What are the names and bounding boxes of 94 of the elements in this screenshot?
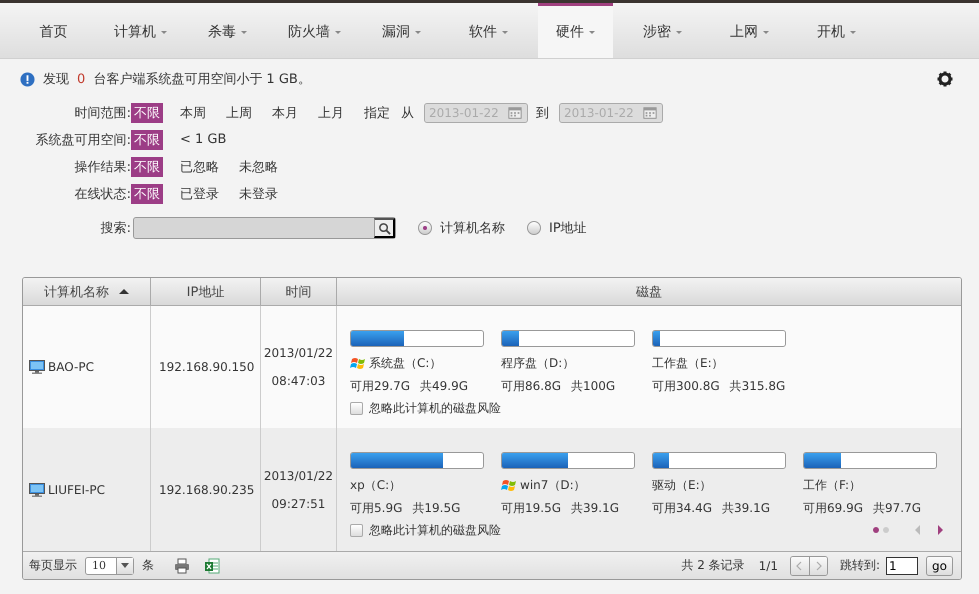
filter-label: 操作结果: xyxy=(74,158,131,176)
total-space: 共39.1G xyxy=(571,500,620,517)
disk-label: 系统盘（C:） xyxy=(369,354,442,372)
dropdown-arrow-icon xyxy=(121,563,129,568)
disk-label: 驱动（E:） xyxy=(652,476,712,494)
nav-tab[interactable]: 上网 xyxy=(706,3,793,58)
search-button[interactable] xyxy=(374,218,395,238)
computer-name: LIUFEI-PC xyxy=(48,482,105,496)
total-space: 共315.8G xyxy=(730,378,786,395)
column-header[interactable]: 计算机名称 xyxy=(23,278,151,306)
nav-tab[interactable]: 硬件 xyxy=(538,3,613,58)
filter-option[interactable]: 不限 xyxy=(131,156,163,176)
filter-option[interactable]: 上月 xyxy=(315,102,347,122)
per-page-select[interactable]: 10 xyxy=(85,556,134,574)
page-dot[interactable] xyxy=(883,527,889,533)
filter-label: 时间范围: xyxy=(74,104,131,122)
range-label: 从 xyxy=(401,104,414,122)
radio-option[interactable]: IP地址 xyxy=(527,219,587,237)
ip-address: 192.168.90.150 xyxy=(159,360,254,374)
computer-name: BAO-PC xyxy=(48,360,94,374)
nav-tab[interactable]: 首页 xyxy=(10,3,97,58)
disk-label: 工作（F:） xyxy=(803,476,862,494)
filter-option[interactable]: 上周 xyxy=(223,102,255,122)
free-space: 可用29.7G xyxy=(350,378,410,395)
jump-label: 跳转到: xyxy=(840,557,880,574)
filter-option[interactable]: 本月 xyxy=(269,102,301,122)
calendar-icon xyxy=(507,106,523,120)
page-input[interactable]: 1 xyxy=(886,556,918,574)
column-header[interactable]: 磁盘 xyxy=(337,278,961,306)
nav-tab[interactable]: 计算机 xyxy=(97,3,184,58)
nav-tab[interactable]: 软件 xyxy=(445,3,532,58)
range-label: 到 xyxy=(536,104,549,122)
filter-option[interactable]: 指定 xyxy=(361,102,393,122)
filter-option[interactable]: < 1 GB xyxy=(177,131,230,148)
calendar-icon xyxy=(642,106,658,120)
column-header[interactable]: 时间 xyxy=(261,278,337,306)
nav-tab[interactable]: 涉密 xyxy=(619,3,706,58)
free-space: 可用5.9G xyxy=(350,500,402,517)
filter-option[interactable]: 未忽略 xyxy=(236,156,281,176)
nav-tab[interactable]: 防火墙 xyxy=(271,3,358,58)
free-space: 可用69.9G xyxy=(803,500,864,517)
date-text: 2013/01/22 xyxy=(264,346,334,360)
filter-option[interactable]: 本周 xyxy=(177,102,209,122)
filter-option[interactable]: 不限 xyxy=(131,130,163,150)
checkbox[interactable] xyxy=(350,402,363,415)
record-count: 共 2 条记录 xyxy=(681,557,745,574)
disk-label: 程序盘（D:） xyxy=(501,354,574,372)
printer-icon xyxy=(174,558,190,574)
disk-label: xp（C:） xyxy=(350,476,402,494)
checkbox-label: 忽略此计算机的磁盘风险 xyxy=(369,522,501,539)
notice-message: 发现 0 台客户端系统盘可用空间小于 1 GB。 xyxy=(43,71,312,88)
total-space: 共97.7G xyxy=(873,500,922,517)
disk-label: 工作盘（E:） xyxy=(652,354,724,372)
page-indicator: 1/1 xyxy=(758,558,778,572)
nav-tab[interactable]: 漏洞 xyxy=(358,3,445,58)
time-text: 09:27:51 xyxy=(272,496,326,510)
filter-label: 在线状态: xyxy=(74,186,131,202)
radio-option[interactable]: 计算机名称 xyxy=(418,219,505,237)
settings-icon xyxy=(937,71,953,87)
nav-tab[interactable]: 杀毒 xyxy=(184,3,271,58)
filter-option[interactable]: 已登录 xyxy=(177,184,222,204)
checkbox[interactable] xyxy=(350,524,363,537)
spreadsheet-icon xyxy=(204,558,220,574)
column-header[interactable]: IP地址 xyxy=(151,278,261,306)
ip-address: 192.168.90.235 xyxy=(159,482,254,496)
free-space: 可用19.5G xyxy=(501,500,562,517)
nav-tab[interactable]: 开机 xyxy=(793,3,880,58)
go-button[interactable]: go xyxy=(926,556,953,576)
info-icon xyxy=(20,72,35,86)
per-page-label: 每页显示 xyxy=(29,557,77,574)
computer-icon xyxy=(29,482,45,496)
filter-option[interactable]: 未登录 xyxy=(236,184,281,204)
free-space: 可用34.4G xyxy=(652,500,712,517)
search-label: 搜索: xyxy=(100,220,131,237)
computer-icon xyxy=(29,360,45,374)
search-icon xyxy=(378,222,390,234)
time-text: 08:47:03 xyxy=(272,374,326,388)
filter-option[interactable]: 不限 xyxy=(131,184,163,204)
total-space: 共100G xyxy=(571,378,616,395)
page-dot[interactable] xyxy=(873,527,879,533)
next-arrow[interactable] xyxy=(938,525,943,535)
total-space: 共49.9G xyxy=(420,378,468,395)
free-space: 可用86.8G xyxy=(501,378,562,395)
date-text: 2013/01/22 xyxy=(264,468,334,482)
checkbox-label: 忽略此计算机的磁盘风险 xyxy=(369,400,501,417)
free-space: 可用300.8G xyxy=(652,378,720,395)
total-space: 共19.5G xyxy=(412,500,460,517)
filter-option[interactable]: 已忽略 xyxy=(177,156,222,176)
filter-option[interactable]: 不限 xyxy=(131,102,163,122)
filter-label: 系统盘可用空间: xyxy=(34,132,131,148)
disk-label: win7（D:） xyxy=(520,476,586,494)
search-field[interactable] xyxy=(133,217,396,239)
per-page-unit: 条 xyxy=(142,557,154,574)
total-space: 共39.1G xyxy=(722,500,770,517)
